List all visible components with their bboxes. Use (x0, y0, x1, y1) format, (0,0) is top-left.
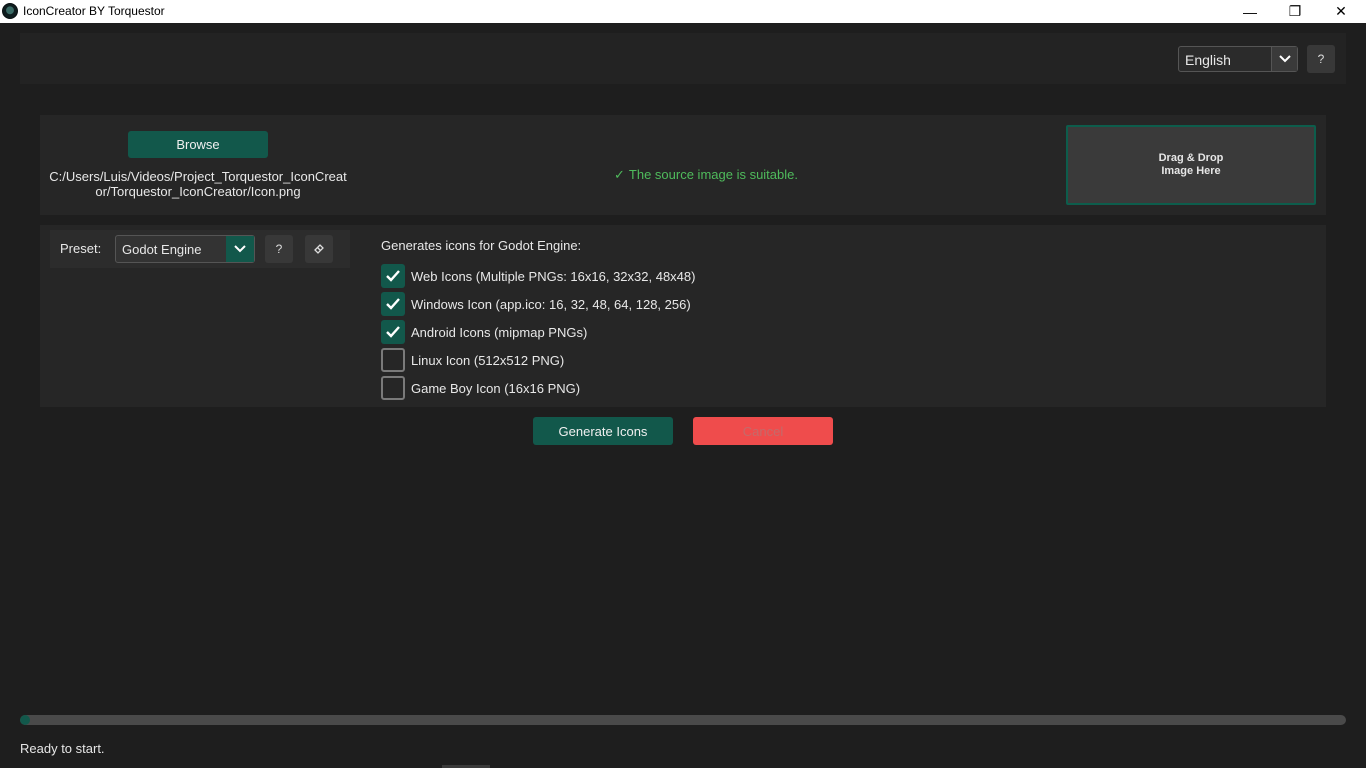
header-bar (20, 33, 1346, 84)
minimize-icon: — (1243, 3, 1257, 20)
option-android-icons[interactable]: Android Icons (mipmap PNGs) (381, 320, 587, 344)
window-title: IconCreator BY Torquestor (23, 4, 165, 18)
file-path-line-1: C:/Users/Luis/Videos/Project_Torquestor_… (49, 169, 347, 184)
preset-help-button[interactable]: ? (265, 235, 293, 263)
checkbox-unchecked[interactable] (381, 376, 405, 400)
cancel-button[interactable]: Cancel (693, 417, 833, 445)
checkmark-icon: ✓ (614, 167, 625, 182)
option-linux-icon[interactable]: Linux Icon (512x512 PNG) (381, 348, 564, 372)
options-heading: Generates icons for Godot Engine: (381, 238, 582, 253)
preset-clear-button[interactable] (305, 235, 333, 263)
preset-select[interactable]: Godot Engine (115, 235, 255, 263)
file-path-line-2: or/Torquestor_IconCreator/Icon.png (95, 184, 301, 199)
progress-bar (20, 715, 1346, 725)
preset-value: Godot Engine (122, 242, 202, 257)
progress-fill (20, 715, 30, 725)
chevron-down-icon (226, 236, 254, 262)
minimize-button[interactable]: — (1227, 0, 1273, 23)
close-icon: ✕ (1335, 3, 1347, 19)
option-web-icons[interactable]: Web Icons (Multiple PNGs: 16x16, 32x32, … (381, 264, 695, 288)
language-select[interactable]: English (1178, 46, 1298, 72)
browse-button[interactable]: Browse (128, 131, 268, 158)
checkbox-checked[interactable] (381, 292, 405, 316)
checkbox-unchecked[interactable] (381, 348, 405, 372)
option-label: Windows Icon (app.ico: 16, 32, 48, 64, 1… (411, 296, 691, 312)
generate-icons-button[interactable]: Generate Icons (533, 417, 673, 445)
option-gameboy-icon[interactable]: Game Boy Icon (16x16 PNG) (381, 376, 580, 400)
close-button[interactable]: ✕ (1318, 0, 1364, 23)
help-label: ? (1317, 52, 1325, 66)
restore-button[interactable]: ❐ (1272, 0, 1318, 23)
option-label: Game Boy Icon (16x16 PNG) (411, 380, 581, 396)
restore-icon: ❐ (1288, 3, 1302, 19)
language-value: English (1185, 52, 1231, 68)
source-status: ✓ The source image is suitable. (614, 167, 798, 183)
help-label: ? (275, 242, 283, 256)
file-path-text: C:/Users/Luis/Videos/Project_Torquestor_… (48, 169, 348, 199)
option-label: Android Icons (mipmap PNGs) (411, 324, 588, 340)
checkbox-checked[interactable] (381, 264, 405, 288)
option-windows-icon[interactable]: Windows Icon (app.ico: 16, 32, 48, 64, 1… (381, 292, 691, 316)
app-logo-icon (2, 3, 18, 19)
chevron-down-icon (1271, 47, 1297, 71)
option-label: Web Icons (Multiple PNGs: 16x16, 32x32, … (411, 268, 696, 284)
source-status-text: The source image is suitable. (628, 167, 798, 182)
header-help-button[interactable]: ? (1307, 45, 1335, 73)
option-label: Linux Icon (512x512 PNG) (411, 352, 565, 368)
eraser-icon (313, 242, 325, 257)
title-bar: IconCreator BY Torquestor — ❐ ✕ (0, 0, 1366, 23)
drop-zone-label: Drag & Drop Image Here (1158, 152, 1224, 177)
drag-drop-zone[interactable]: Drag & Drop Image Here (1066, 125, 1316, 205)
preset-label: Preset: (60, 241, 102, 256)
status-text: Ready to start. (20, 741, 105, 756)
checkbox-checked[interactable] (381, 320, 405, 344)
